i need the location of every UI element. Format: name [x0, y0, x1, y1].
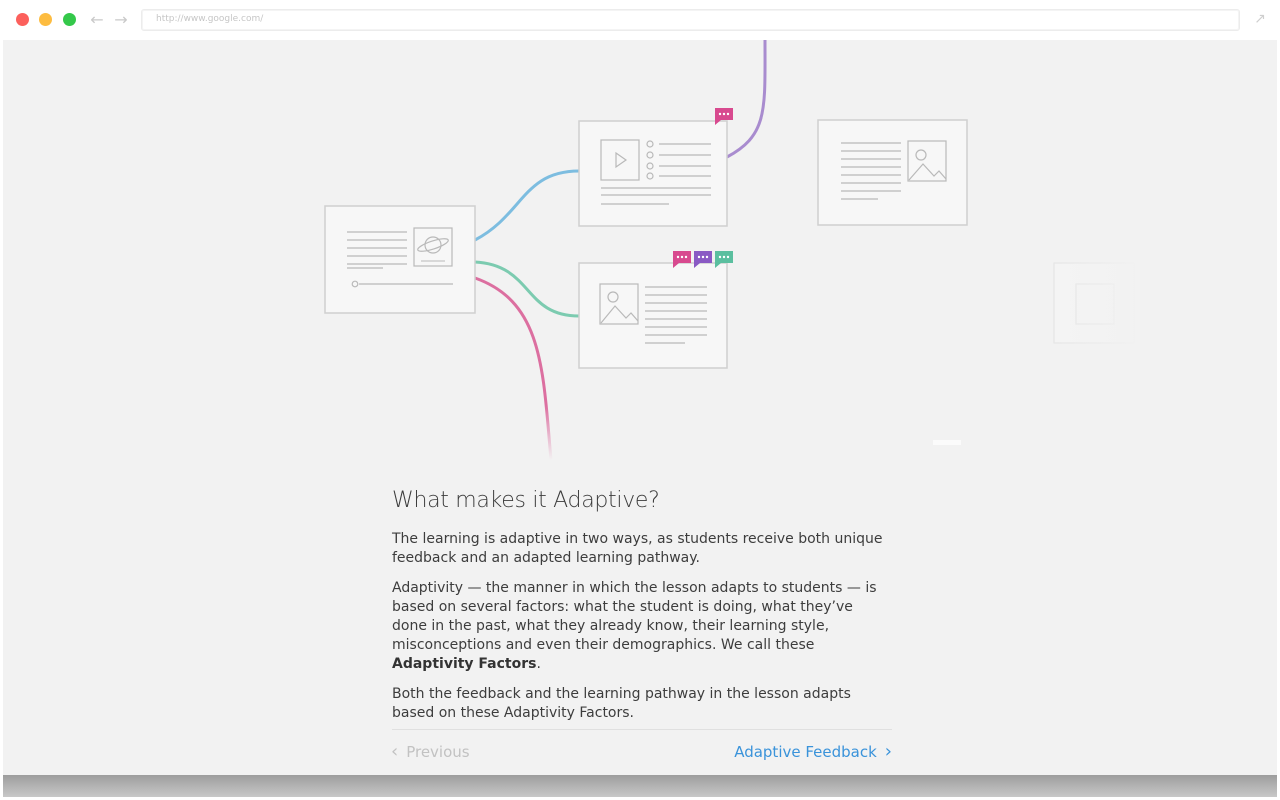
chevron-right-icon: ›: [884, 741, 892, 762]
arrow-right-icon[interactable]: →: [112, 10, 130, 30]
next-label: Adaptive Feedback: [734, 743, 877, 761]
lesson-card-video: [578, 108, 733, 227]
lesson-card-image-bottom: [578, 251, 733, 369]
next-button[interactable]: Adaptive Feedback ›: [734, 741, 892, 762]
adaptivity-factors-emphasis: Adaptivity Factors: [392, 656, 537, 672]
url-text: http://www.google.com/: [156, 14, 264, 24]
maximize-window-button[interactable]: [63, 13, 76, 26]
adaptive-pathway-illustration: [183, 40, 1143, 461]
page-title: What makes it Adaptive?: [392, 488, 660, 513]
chevron-left-icon: ‹: [391, 741, 399, 762]
purple-branch-path: [726, 40, 767, 159]
browser-toolbar: ← → http://www.google.com/ ↗: [0, 0, 1280, 40]
address-bar[interactable]: http://www.google.com/: [141, 9, 1240, 31]
page-content: What makes it Adaptive? The learning is …: [3, 40, 1277, 775]
planet-icon: [413, 227, 453, 267]
close-window-button[interactable]: [16, 13, 29, 26]
lesson-card-origin: [324, 205, 476, 314]
minimize-window-button[interactable]: [39, 13, 52, 26]
article-body: The learning is adaptive in two ways, as…: [392, 530, 892, 734]
paragraph-1: The learning is adaptive in two ways, as…: [392, 531, 883, 566]
paragraph-2-end: .: [536, 656, 541, 672]
blue-branch-path: [474, 169, 580, 242]
previous-label: Previous: [406, 743, 470, 761]
window-bottom-shadow: [3, 775, 1277, 797]
arrow-left-icon[interactable]: ←: [88, 10, 106, 30]
lesson-card-image-top: [817, 119, 968, 226]
previous-button[interactable]: ‹ Previous: [391, 741, 470, 762]
paragraph-2-text: Adaptivity — the manner in which the les…: [392, 580, 877, 653]
paragraph-3: Both the feedback and the learning pathw…: [392, 686, 851, 721]
paragraph-2: Adaptivity — the manner in which the les…: [392, 579, 892, 674]
nav-divider: [392, 729, 892, 730]
pink-branch-path: [474, 276, 553, 461]
expand-icon[interactable]: ↗: [1252, 11, 1268, 27]
green-branch-path: [474, 260, 580, 318]
